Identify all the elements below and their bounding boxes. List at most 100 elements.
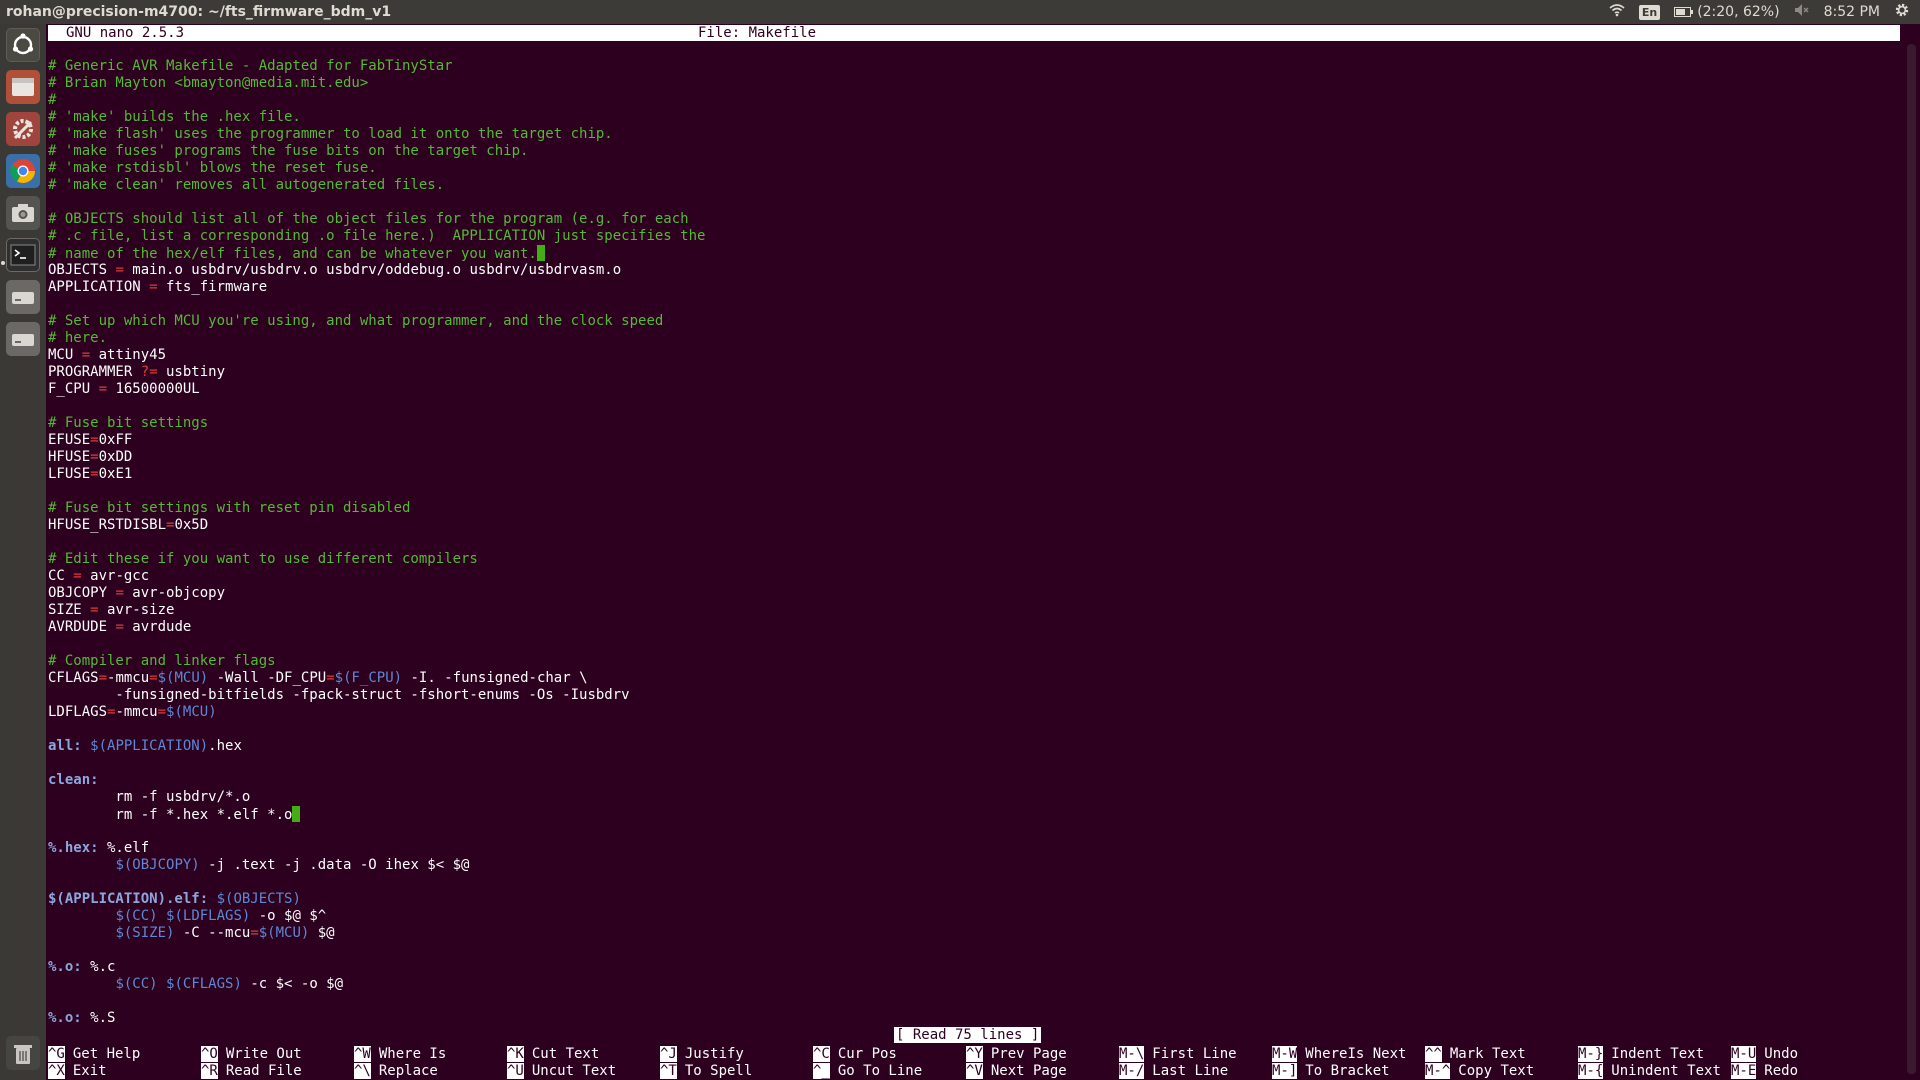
code-text: %.elf — [98, 840, 150, 856]
code-comment: # Fuse bit settings with reset pin disab… — [48, 500, 411, 516]
code-text: 0xDD — [98, 449, 133, 465]
code-comment: # 'make' builds the .hex file. — [48, 109, 301, 125]
code-text: attiny45 — [90, 347, 167, 363]
wifi-icon[interactable] — [1609, 3, 1625, 21]
shortcut-key: ^T — [660, 1063, 677, 1079]
shortcut-item[interactable]: ^G Get Help — [48, 1046, 140, 1063]
shortcut-item[interactable]: ^T To Spell — [660, 1063, 752, 1080]
shortcut-item[interactable]: ^\ Replace — [354, 1063, 438, 1080]
code-text: .hex — [208, 738, 242, 754]
nano-title-bar: GNU nano 2.5.3 File: Makefile — [48, 25, 1900, 41]
code-operator: = — [98, 670, 108, 686]
shortcut-label: Redo — [1764, 1063, 1799, 1079]
code-line: # Compiler and linker flags — [48, 653, 1898, 670]
code-line: HFUSE=0xDD — [48, 449, 1898, 466]
shortcut-item[interactable]: ^C Cur Pos — [813, 1046, 897, 1063]
shortcut-item[interactable]: ^Y Prev Page — [966, 1046, 1067, 1063]
keyboard-layout-indicator[interactable]: En — [1638, 4, 1661, 20]
clock[interactable]: 8:52 PM — [1824, 4, 1880, 20]
battery-indicator[interactable]: (2:20, 62%) — [1674, 4, 1780, 20]
trash-icon[interactable] — [6, 1036, 40, 1070]
screenshot-icon[interactable] — [6, 196, 40, 230]
terminal-icon[interactable] — [6, 238, 40, 272]
shortcut-item[interactable]: ^U Uncut Text — [507, 1063, 616, 1080]
code-text: -funsigned-bitfields -fpack-struct -fsho… — [48, 687, 630, 703]
code-comment: # Brian Mayton <bmayton@media.mit.edu> — [48, 75, 369, 91]
chrome-icon[interactable] — [6, 154, 40, 188]
shortcut-key: ^G — [48, 1046, 65, 1062]
code-line: # OBJECTS should list all of the object … — [48, 211, 1898, 228]
shortcut-label: Cut Text — [531, 1046, 600, 1062]
shortcut-key: ^C — [813, 1046, 830, 1062]
volume-muted-icon[interactable] — [1794, 3, 1810, 21]
code-line: # 'make fuses' programs the fuse bits on… — [48, 143, 1898, 160]
code-text: avr-gcc — [81, 568, 150, 584]
shortcut-label: Indent Text — [1611, 1046, 1705, 1062]
shortcut-item[interactable]: ^R Read File — [201, 1063, 302, 1080]
code-line: # name of the hex/elf files, and can be … — [48, 245, 1898, 262]
shortcut-item[interactable]: ^_ Go To Line — [813, 1063, 922, 1080]
shortcut-item[interactable]: ^X Exit — [48, 1063, 107, 1080]
code-operator: ?= — [140, 364, 158, 380]
code-line: $(SIZE) -C --mcu=$(MCU) $@ — [48, 925, 1898, 942]
shortcut-item[interactable]: M-\ First Line — [1119, 1046, 1237, 1063]
ubuntu-dash-icon[interactable] — [6, 28, 40, 62]
code-line: # 'make flash' uses the programmer to lo… — [48, 126, 1898, 143]
shortcut-item[interactable]: M-/ Last Line — [1119, 1063, 1228, 1080]
shortcut-item[interactable]: ^^ Mark Text — [1425, 1046, 1526, 1063]
shortcut-label: WhereIs Next — [1305, 1046, 1407, 1062]
shortcut-item[interactable]: M-} Indent Text — [1578, 1046, 1704, 1063]
code-text: LFUSE — [48, 466, 91, 482]
shortcut-label: First Line — [1152, 1046, 1237, 1062]
shortcut-item[interactable]: M-] To Bracket — [1272, 1063, 1390, 1080]
shortcut-item[interactable]: M-^ Copy Text — [1425, 1063, 1534, 1080]
code-text: OBJCOPY — [48, 585, 116, 601]
code-operator: = — [90, 466, 99, 482]
code-operator: = — [157, 704, 167, 720]
editor-text-area[interactable]: # Generic AVR Makefile - Adapted for Fab… — [48, 58, 1898, 1027]
status-message: [ Read 75 lines ] — [894, 1027, 1042, 1043]
drive-icon-2[interactable] — [6, 322, 40, 356]
code-text: LDFLAGS — [48, 704, 108, 720]
shortcut-item[interactable]: ^J Justify — [660, 1046, 744, 1063]
code-text: -I. -funsigned-char \ — [402, 670, 588, 686]
code-line: # Fuse bit settings — [48, 415, 1898, 432]
code-operator: = — [98, 381, 108, 397]
code-line: MCU = attiny45 — [48, 347, 1898, 364]
shortcut-item[interactable]: M-{Unindent Text — [1578, 1063, 1721, 1080]
drive-icon[interactable] — [6, 280, 40, 314]
code-operator: = — [326, 670, 335, 686]
shortcut-key: M-{ — [1578, 1063, 1604, 1079]
gear-icon[interactable] — [1894, 2, 1910, 22]
shortcut-label: Next Page — [990, 1063, 1067, 1079]
code-text: -o $@ $^ — [250, 908, 327, 924]
shortcut-item[interactable]: M-E Redo — [1731, 1063, 1798, 1080]
code-line: LFUSE=0xE1 — [48, 466, 1898, 483]
shortcut-item[interactable]: ^O Write Out — [201, 1046, 302, 1063]
shortcut-label: Go To Line — [837, 1063, 923, 1079]
system-settings-icon[interactable] — [6, 112, 40, 146]
terminal-window[interactable]: GNU nano 2.5.3 File: Makefile # Generic … — [46, 24, 1920, 1080]
shortcut-item[interactable]: ^W Where Is — [354, 1046, 446, 1063]
shortcut-key: M-/ — [1119, 1063, 1145, 1079]
code-text: APPLICATION — [48, 279, 150, 295]
shortcut-item[interactable]: M-W WhereIs Next — [1272, 1046, 1406, 1063]
code-target: all: — [48, 738, 82, 754]
shortcut-key: M-} — [1578, 1046, 1604, 1062]
file-manager-icon[interactable] — [6, 70, 40, 104]
text-cursor — [292, 806, 301, 822]
shortcut-item[interactable]: ^K Cut Text — [507, 1046, 599, 1063]
shortcut-item[interactable]: ^V Next Page — [966, 1063, 1067, 1080]
scrollbar[interactable] — [1907, 44, 1916, 1074]
code-operator: = — [73, 568, 82, 584]
shortcut-item[interactable]: M-U Undo — [1731, 1046, 1798, 1063]
shortcut-key: M-U — [1731, 1046, 1757, 1062]
code-line: # Set up which MCU you're using, and wha… — [48, 313, 1898, 330]
